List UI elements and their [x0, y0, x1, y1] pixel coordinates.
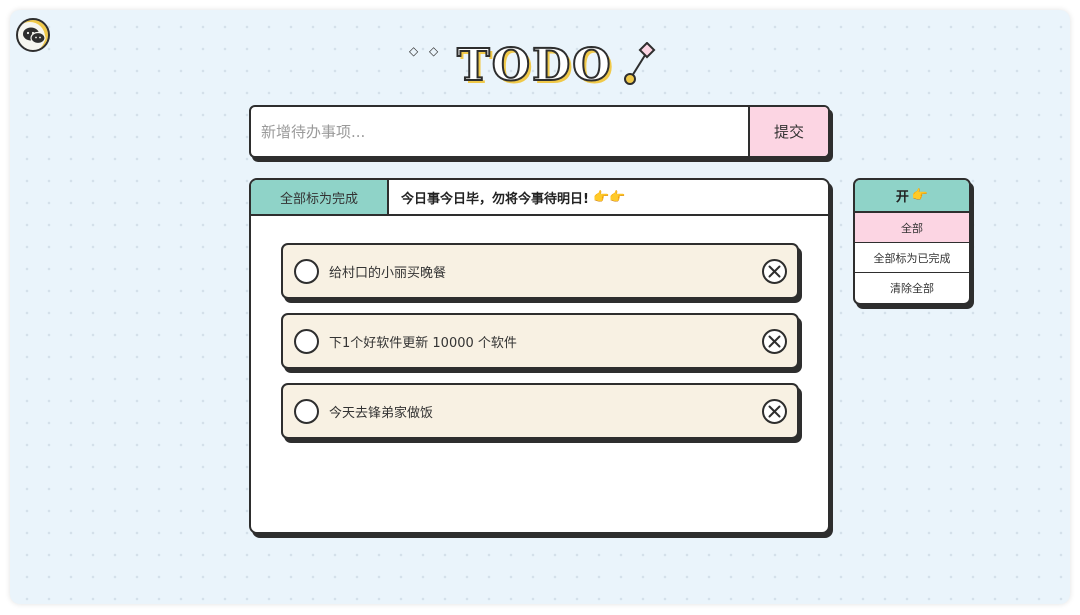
filter-clear-all[interactable]: 清除全部 — [855, 273, 969, 303]
magic-wand-icon — [624, 42, 656, 85]
filter-mark-all-done[interactable]: 全部标为已完成 — [855, 243, 969, 273]
filter-all[interactable]: 全部 — [855, 213, 969, 243]
logo-title: TODO — [456, 39, 613, 92]
todo-checkbox[interactable] — [294, 259, 319, 284]
filter-panel-title-text: 开 — [895, 190, 909, 205]
todo-checkbox[interactable] — [294, 329, 319, 354]
motto-text: 今日事今日毕，勿将今事待明日! 👉👉 — [401, 180, 625, 214]
todo-text: 给村口的小丽买晚餐 — [329, 265, 447, 281]
delete-icon[interactable] — [762, 329, 787, 354]
app-logo: ◇ ◇ TODO — [405, 38, 665, 94]
todo-list-card: 全部标为完成 今日事今日毕，勿将今事待明日! 👉👉 给村口的小丽买晚餐 下1个好… — [249, 178, 830, 534]
delete-icon[interactable] — [762, 259, 787, 284]
todo-list-header: 全部标为完成 今日事今日毕，勿将今事待明日! 👉👉 — [251, 180, 828, 216]
todo-item: 下1个好软件更新 10000 个软件 — [281, 313, 799, 369]
delete-icon[interactable] — [762, 399, 787, 424]
pointing-hand-icon: 👉 — [911, 188, 929, 203]
todo-text: 下1个好软件更新 10000 个软件 — [329, 335, 517, 351]
new-todo-form: 提交 — [249, 105, 830, 158]
mark-all-complete-button[interactable]: 全部标为完成 — [251, 180, 389, 214]
todo-text: 今天去锋弟家做饭 — [329, 405, 434, 421]
motto-label: 今日事今日毕，勿将今事待明日! — [401, 191, 589, 207]
submit-button[interactable]: 提交 — [748, 107, 828, 156]
todo-item: 给村口的小丽买晚餐 — [281, 243, 799, 299]
wechat-icon[interactable] — [16, 18, 50, 52]
todo-item: 今天去锋弟家做饭 — [281, 383, 799, 439]
pointing-hand-icon: 👉👉 — [592, 189, 626, 205]
todo-checkbox[interactable] — [294, 399, 319, 424]
filter-panel-title: 开 👉 — [855, 180, 969, 213]
new-todo-input[interactable] — [251, 107, 751, 156]
filter-panel: 开 👉 全部 全部标为已完成 清除全部 — [853, 178, 971, 305]
diamond-icon: ◇ — [409, 44, 419, 58]
diamond-icon: ◇ — [429, 44, 439, 58]
